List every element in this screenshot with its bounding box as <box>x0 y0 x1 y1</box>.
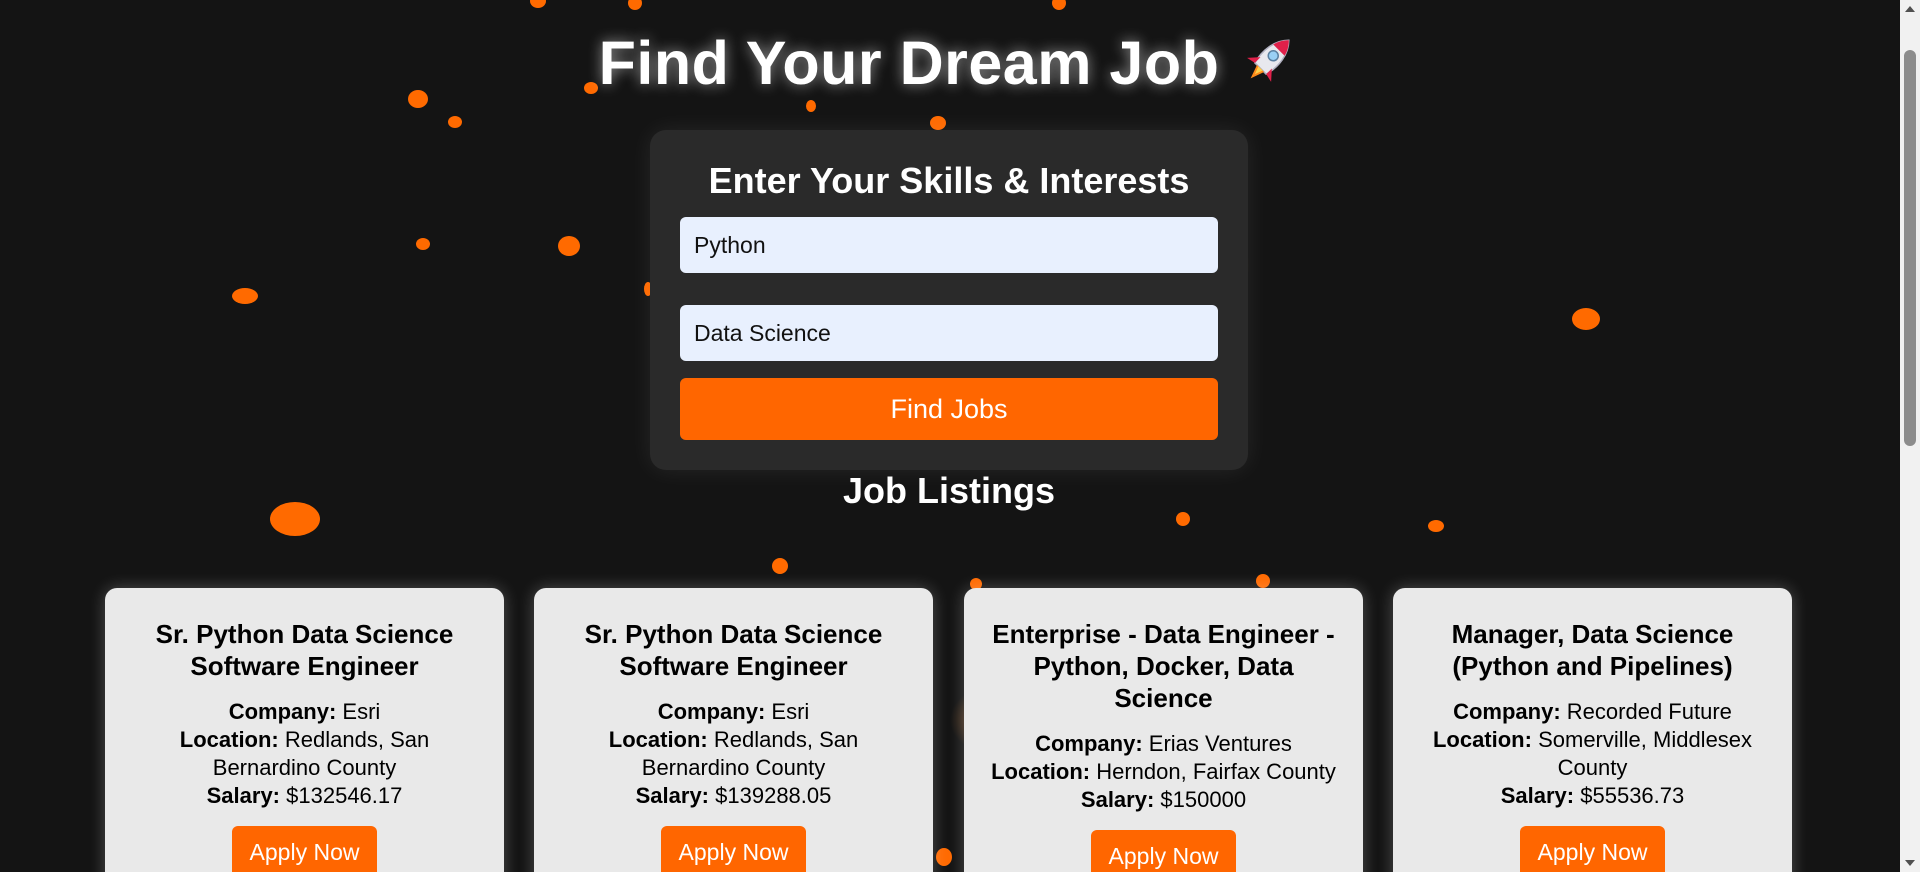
job-title: Manager, Data Science (Python and Pipeli… <box>1451 619 1734 681</box>
salary-label: Salary: <box>1080 787 1155 812</box>
job-card: Sr. Python Data Science Software Enginee… <box>534 588 933 872</box>
company-label: Company: <box>1035 731 1143 756</box>
location-value: Herndon, Fairfax County <box>1096 759 1336 784</box>
form-heading: Enter Your Skills & Interests <box>708 160 1190 201</box>
skills-input[interactable] <box>680 217 1218 273</box>
scroll-down-icon[interactable] <box>1905 860 1915 866</box>
particle <box>530 0 546 8</box>
location-label: Location: <box>179 727 279 752</box>
particle <box>416 238 430 250</box>
company-value: Esri <box>771 699 810 724</box>
job-card: Enterprise - Data Engineer - Python, Doc… <box>964 588 1363 872</box>
company-label: Company: <box>657 699 766 724</box>
scrollbar-thumb[interactable] <box>1904 50 1916 446</box>
interests-input[interactable] <box>680 305 1218 361</box>
apply-now-button[interactable]: Apply Now <box>1519 826 1666 872</box>
salary-value: $132546.17 <box>286 783 403 808</box>
apply-now-button[interactable]: Apply Now <box>660 826 807 872</box>
job-title: Sr. Python Data Science Software Enginee… <box>155 619 454 681</box>
salary-label: Salary: <box>1500 783 1575 808</box>
company-value: Erias Ventures <box>1148 731 1292 756</box>
job-card: Manager, Data Science (Python and Pipeli… <box>1393 588 1792 872</box>
job-details: Company: Erias Ventures Location: Herndo… <box>984 730 1343 814</box>
particle <box>1428 520 1444 532</box>
location-label: Location: <box>608 727 708 752</box>
page: Find Your Dream Job Enter Your Skills & … <box>0 0 1920 872</box>
particle <box>1572 308 1600 330</box>
salary-label: Salary: <box>206 783 281 808</box>
company-value: Esri <box>342 699 381 724</box>
apply-now-button[interactable]: Apply Now <box>231 826 378 872</box>
job-details: Company: Esri Location: Redlands, San Be… <box>125 698 484 810</box>
apply-now-button[interactable]: Apply Now <box>1090 830 1237 872</box>
find-jobs-button[interactable]: Find Jobs <box>680 378 1218 440</box>
salary-label: Salary: <box>635 783 710 808</box>
particle <box>930 116 946 130</box>
particle <box>772 558 788 574</box>
rocket-icon <box>1237 28 1301 92</box>
company-value: Recorded Future <box>1566 699 1732 724</box>
search-form: Enter Your Skills & Interests Find Jobs <box>650 130 1248 470</box>
location-label: Location: <box>991 759 1091 784</box>
particle <box>1256 574 1270 588</box>
salary-value: $150000 <box>1160 787 1247 812</box>
particle <box>806 100 816 112</box>
salary-value: $139288.05 <box>715 783 832 808</box>
location-value: Somerville, Middlesex County <box>1538 727 1753 780</box>
job-details: Company: Recorded Future Location: Somer… <box>1413 698 1772 810</box>
vertical-scrollbar[interactable] <box>1900 0 1920 872</box>
particle <box>1176 512 1190 526</box>
page-title-text: Find Your Dream Job <box>598 29 1220 97</box>
job-card: Sr. Python Data Science Software Enginee… <box>105 588 504 872</box>
particle <box>448 116 462 128</box>
listings-heading: Job Listings <box>842 470 1055 511</box>
particle <box>558 236 580 256</box>
job-title: Enterprise - Data Engineer - Python, Doc… <box>992 619 1335 713</box>
company-label: Company: <box>228 699 337 724</box>
job-title: Sr. Python Data Science Software Enginee… <box>584 619 883 681</box>
scroll-up-icon[interactable] <box>1905 6 1915 12</box>
location-label: Location: <box>1432 727 1532 752</box>
particle <box>232 288 258 304</box>
particle <box>628 0 642 10</box>
particle <box>1052 0 1066 10</box>
company-label: Company: <box>1453 699 1561 724</box>
salary-value: $55536.73 <box>1580 783 1685 808</box>
particle <box>936 848 952 866</box>
page-title: Find Your Dream Job <box>0 28 1900 100</box>
job-details: Company: Esri Location: Redlands, San Be… <box>554 698 913 810</box>
